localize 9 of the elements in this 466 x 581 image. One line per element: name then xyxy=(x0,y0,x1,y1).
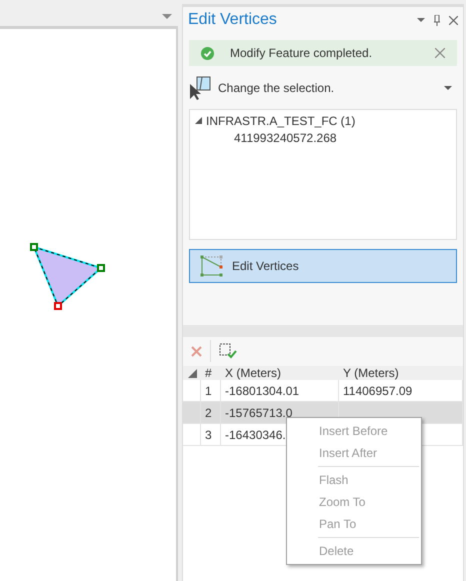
table-cell-text: -15765713.0 xyxy=(224,404,294,422)
table-cell-text: 3 xyxy=(204,426,213,444)
table-cell-text: 2 xyxy=(204,404,213,422)
message-text: Modify Feature completed. xyxy=(230,45,372,62)
pane-title: Edit Vertices xyxy=(188,10,277,30)
table-cell-text: -16430346. xyxy=(224,426,287,444)
table-cell-text: -16801304.01 xyxy=(224,382,300,400)
table-cell-text: 1 xyxy=(204,382,213,400)
table-cell-text: 11406957.09 xyxy=(342,382,414,400)
